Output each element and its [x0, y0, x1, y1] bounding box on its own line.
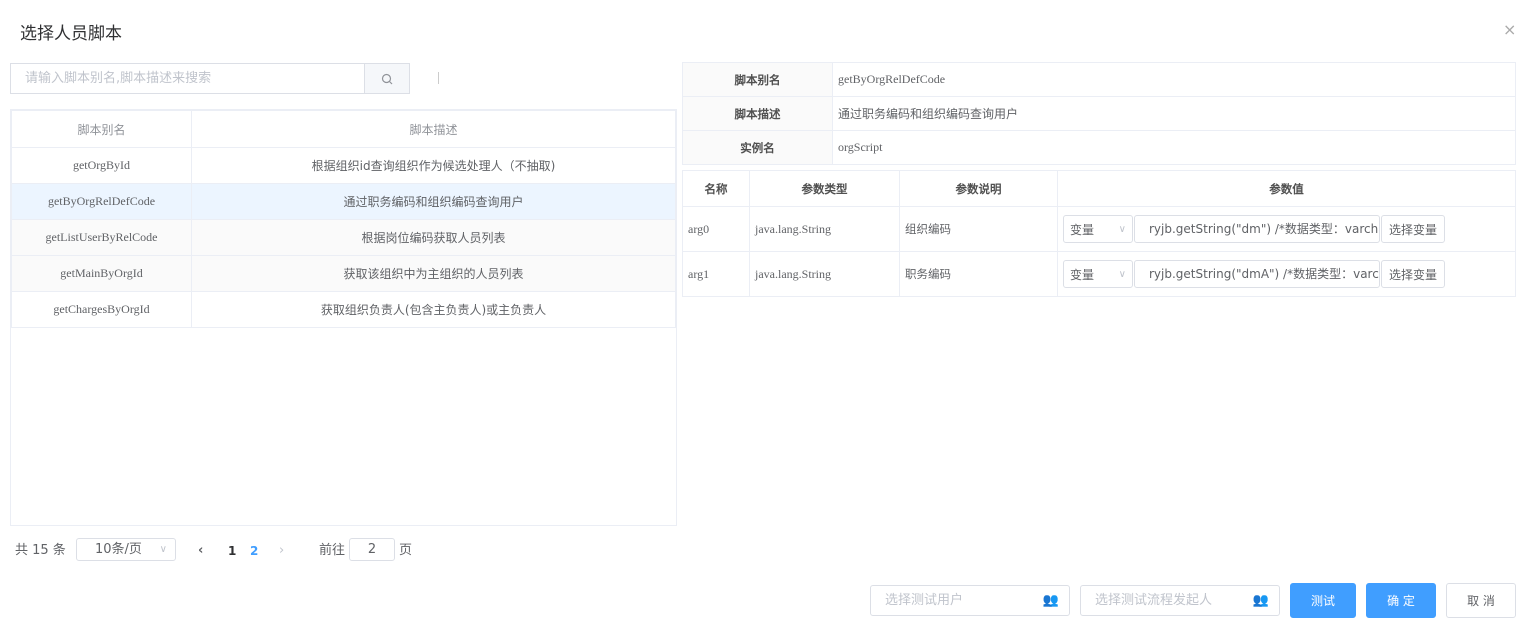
cancel-button[interactable]: 取 消	[1446, 583, 1516, 618]
script-table: 脚本别名 脚本描述 getOrgById 根据组织id查询组织作为候选处理人（不抽取…	[10, 109, 677, 526]
value-alias: getByOrgRelDefCode	[832, 62, 1516, 97]
mode-value: 变量	[1070, 222, 1095, 237]
script-info-table: 脚本别名 getByOrgRelDefCode 脚本描述 通过职务编码和组织编码查询…	[682, 62, 1516, 165]
mode-value: 变量	[1070, 267, 1095, 282]
goto-page-input[interactable]: 2	[349, 538, 395, 561]
cell-alias: getListUserByRelCode	[11, 219, 192, 256]
value-mode-select[interactable]: 变量 ∨	[1063, 215, 1133, 243]
search-button[interactable]	[364, 63, 410, 94]
chevron-down-icon: ∨	[1118, 268, 1126, 280]
next-page-icon[interactable]: ›	[279, 540, 284, 562]
column-header-desc: 脚本描述	[191, 110, 676, 148]
param-type: java.lang.String	[749, 251, 900, 297]
param-name: arg0	[682, 206, 750, 252]
test-user-placeholder: 选择测试用户	[885, 593, 964, 608]
users-icon: 👥	[1042, 593, 1059, 608]
page-2[interactable]: 2	[250, 540, 258, 562]
page-size-value: 10条/页	[95, 542, 142, 557]
column-header-name: 名称	[682, 170, 750, 207]
params-table: 名称 参数类型 参数说明 参数值 arg0 java.lang.String 组织编码…	[682, 170, 1516, 297]
column-header-type: 参数类型	[749, 170, 900, 207]
cell-alias: getChargesByOrgId	[11, 291, 192, 328]
param-desc: 组织编码	[899, 206, 1058, 252]
search-input[interactable]: 请输入脚本别名,脚本描述来搜索	[10, 63, 365, 94]
param-row: arg0 java.lang.String 组织编码 变量 ∨ ryjb.getSt…	[682, 206, 1516, 252]
table-row[interactable]: getListUserByRelCode 根据岗位编码获取人员列表	[11, 219, 676, 256]
cell-desc: 获取组织负责人(包含主负责人)或主负责人	[191, 291, 676, 328]
cell-desc: 获取该组织中为主组织的人员列表	[191, 255, 676, 292]
test-starter-input[interactable]: 选择测试流程发起人 👥	[1080, 585, 1280, 616]
chevron-down-icon: ∨	[1118, 223, 1126, 235]
value-desc: 通过职务编码和组织编码查询用户	[832, 96, 1516, 131]
test-button[interactable]: 测试	[1290, 583, 1356, 618]
cell-desc: 通过职务编码和组织编码查询用户	[191, 183, 676, 220]
users-icon: 👥	[1252, 593, 1269, 608]
chevron-down-icon: ∨	[159, 544, 167, 555]
cell-alias: getMainByOrgId	[11, 255, 192, 292]
param-value-input[interactable]: ryjb.getString("dm") /*数据类型：varchar*/	[1134, 215, 1380, 243]
cell-alias: getOrgById	[11, 147, 192, 184]
cell-desc: 根据岗位编码获取人员列表	[191, 219, 676, 256]
column-header-alias: 脚本别名	[11, 110, 192, 148]
close-icon[interactable]: ×	[1503, 20, 1516, 39]
test-user-input[interactable]: 选择测试用户 👥	[870, 585, 1070, 616]
column-header-value: 参数值	[1057, 170, 1516, 207]
table-row-selected[interactable]: getByOrgRelDefCode 通过职务编码和组织编码查询用户	[11, 183, 676, 220]
param-name: arg1	[682, 251, 750, 297]
divider	[438, 72, 439, 84]
label-instance: 实例名	[682, 130, 833, 165]
cell-desc: 根据组织id查询组织作为候选处理人（不抽取)	[191, 147, 676, 184]
page-suffix: 页	[399, 543, 413, 558]
table-row[interactable]: getChargesByOrgId 获取组织负责人(包含主负责人)或主负责人	[11, 291, 676, 328]
dialog-title: 选择人员脚本	[20, 24, 122, 44]
page-1[interactable]: 1	[228, 540, 236, 562]
value-mode-select[interactable]: 变量 ∨	[1063, 260, 1133, 288]
select-variable-button[interactable]: 选择变量	[1381, 215, 1445, 243]
value-instance: orgScript	[832, 130, 1516, 165]
param-value-input[interactable]: ryjb.getString("dmA") /*数据类型：varchar*/	[1134, 260, 1380, 288]
confirm-button[interactable]: 确 定	[1366, 583, 1436, 618]
total-count: 共 15 条	[15, 543, 66, 558]
table-row[interactable]: getOrgById 根据组织id查询组织作为候选处理人（不抽取)	[11, 147, 676, 184]
param-row: arg1 java.lang.String 职务编码 变量 ∨ ryjb.getSt…	[682, 251, 1516, 297]
cell-alias: getByOrgRelDefCode	[11, 183, 192, 220]
page-size-select[interactable]: 10条/页 ∨	[76, 538, 176, 561]
goto-label: 前往	[319, 543, 346, 558]
label-desc: 脚本描述	[682, 96, 833, 131]
test-starter-placeholder: 选择测试流程发起人	[1095, 593, 1213, 608]
select-variable-button[interactable]: 选择变量	[1381, 260, 1445, 288]
param-type: java.lang.String	[749, 206, 900, 252]
label-alias: 脚本别名	[682, 62, 833, 97]
prev-page-icon[interactable]: ‹	[198, 540, 203, 562]
column-header-desc: 参数说明	[899, 170, 1058, 207]
search-icon	[381, 73, 393, 84]
table-row[interactable]: getMainByOrgId 获取该组织中为主组织的人员列表	[11, 255, 676, 292]
param-desc: 职务编码	[899, 251, 1058, 297]
